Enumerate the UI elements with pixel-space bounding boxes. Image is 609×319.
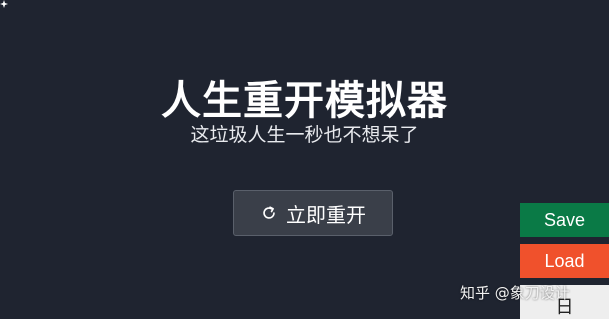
- app-screen: 人生重开模拟器 这垃圾人生一秒也不想呆了 立即重开 Save Load 日 知乎…: [0, 0, 609, 319]
- refresh-icon: [263, 206, 275, 219]
- save-button[interactable]: Save: [520, 203, 609, 237]
- corner-sparkle-icon: [0, 0, 8, 8]
- page-subtitle: 这垃圾人生一秒也不想呆了: [190, 124, 419, 146]
- restart-button-label: 立即重开: [286, 202, 366, 227]
- page-title: 人生重开模拟器: [161, 78, 448, 124]
- restart-button[interactable]: 立即重开: [233, 190, 393, 236]
- load-button[interactable]: Load: [520, 244, 609, 278]
- watermark: 知乎 @象刀设计: [460, 284, 570, 302]
